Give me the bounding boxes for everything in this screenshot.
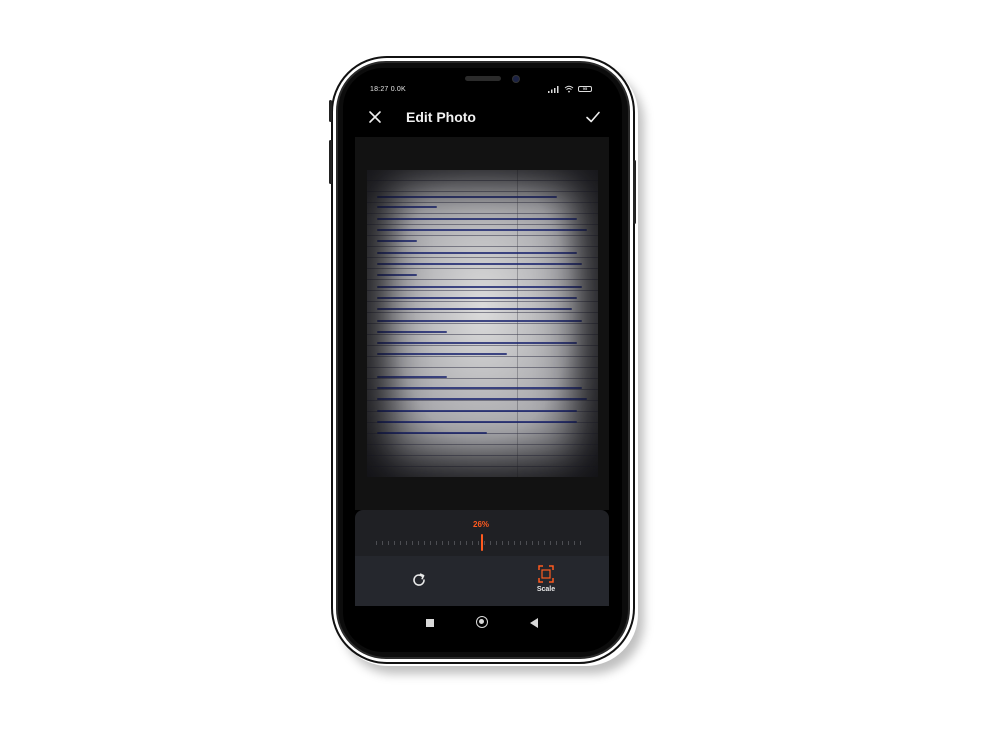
page-title: Edit Photo bbox=[406, 109, 476, 125]
slider-tick bbox=[388, 541, 389, 545]
slider-tick bbox=[550, 541, 551, 545]
wifi-icon bbox=[564, 85, 574, 93]
power-button bbox=[633, 160, 636, 224]
slider-tick bbox=[400, 541, 401, 545]
slider-tick bbox=[454, 541, 455, 545]
slider-tick bbox=[532, 541, 533, 545]
slider-tick bbox=[436, 541, 437, 545]
battery-icon: 95 bbox=[578, 86, 592, 92]
tool-bar bbox=[355, 556, 609, 606]
adjust-percent: 26% bbox=[473, 520, 490, 529]
slider-tick bbox=[382, 541, 383, 545]
signal-icon bbox=[548, 86, 559, 93]
rotate-icon[interactable] bbox=[410, 571, 428, 589]
slider-tick bbox=[424, 541, 425, 545]
slider-tick bbox=[514, 541, 515, 545]
document-photo[interactable] bbox=[367, 170, 598, 477]
slider-tick bbox=[472, 541, 473, 545]
slider-tick bbox=[406, 541, 407, 545]
slider-tick bbox=[556, 541, 557, 545]
slider-tick bbox=[544, 541, 545, 545]
volume-button bbox=[329, 100, 332, 122]
back-button[interactable] bbox=[530, 618, 538, 628]
slider-tick bbox=[490, 541, 491, 545]
slider-tick bbox=[376, 541, 377, 545]
front-camera bbox=[513, 76, 519, 82]
photo-vignette bbox=[367, 170, 598, 477]
scale-label: Scale bbox=[536, 586, 556, 593]
slider-tick bbox=[496, 541, 497, 545]
slider-tick bbox=[562, 541, 563, 545]
slider-tick bbox=[508, 541, 509, 545]
slider-tick bbox=[484, 541, 485, 545]
slider-tick bbox=[430, 541, 431, 545]
status-time: 18:27 0.0K bbox=[370, 86, 406, 93]
recents-button[interactable] bbox=[426, 619, 434, 627]
check-icon[interactable] bbox=[584, 108, 602, 126]
slider-tick bbox=[580, 541, 581, 545]
adjust-slider[interactable] bbox=[376, 538, 582, 548]
slider-tick bbox=[418, 541, 419, 545]
slider-tick bbox=[520, 541, 521, 545]
speaker-grille bbox=[465, 76, 501, 81]
volume-button bbox=[329, 140, 332, 184]
status-icons: 95 bbox=[548, 85, 592, 93]
close-icon[interactable] bbox=[366, 108, 384, 126]
slider-tick bbox=[394, 541, 395, 545]
slider-tick bbox=[538, 541, 539, 545]
slider-tick bbox=[460, 541, 461, 545]
slider-tick bbox=[568, 541, 569, 545]
slider-tick bbox=[412, 541, 413, 545]
slider-tick bbox=[466, 541, 467, 545]
slider-tick bbox=[526, 541, 527, 545]
slider-tick bbox=[574, 541, 575, 545]
scale-crop-icon bbox=[538, 565, 554, 583]
slider-needle[interactable] bbox=[481, 534, 483, 551]
scale-tool-button[interactable]: Scale bbox=[530, 564, 562, 598]
slider-tick bbox=[448, 541, 449, 545]
home-button[interactable] bbox=[476, 616, 488, 628]
slider-tick bbox=[502, 541, 503, 545]
slider-tick bbox=[478, 541, 479, 545]
slider-tick bbox=[442, 541, 443, 545]
